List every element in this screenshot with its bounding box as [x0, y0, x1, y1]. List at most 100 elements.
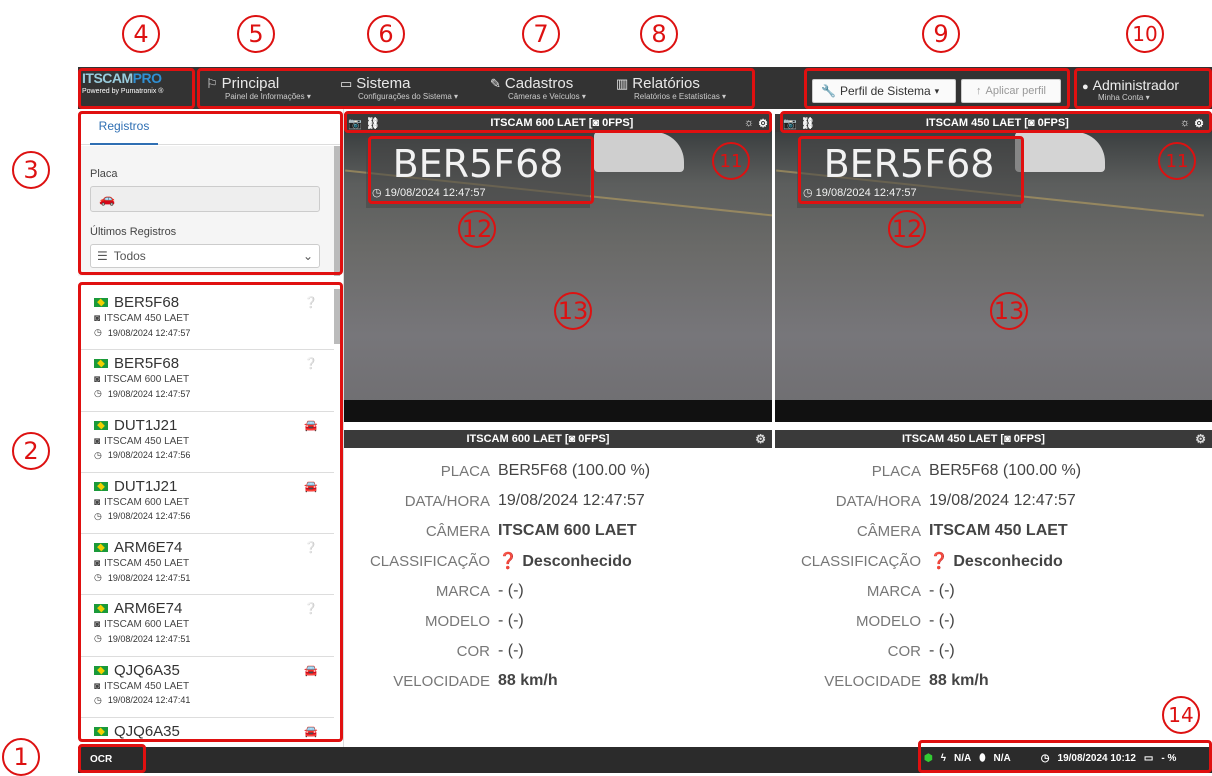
apply-profile-label: Aplicar perfil	[985, 85, 1047, 97]
gears-icon[interactable]: ⚙	[1194, 117, 1204, 130]
ultimos-registros-label: Últimos Registros	[90, 226, 177, 238]
record-camera: ITSCAM 450 LAET	[104, 558, 190, 570]
camera-450-image[interactable]: BER5F68 ◷ 19/08/2024 12:47:57	[775, 132, 1212, 422]
sidebar: Registros Placa 🚗 Últimos Registros ☰ Tod…	[78, 109, 344, 747]
ocr-status[interactable]: OCR	[90, 754, 112, 765]
apply-profile-button[interactable]: ↑ Aplicar perfil	[961, 79, 1061, 103]
info-cor-value: - (-)	[929, 642, 955, 659]
list-icon: ☰	[97, 249, 108, 263]
clock-icon: ◷	[94, 572, 102, 583]
nav-relatorios-label: Relatórios	[632, 75, 700, 92]
list-item[interactable]: BER5F68 ◙ ITSCAM 600 LAET ◷ 19/08/2024 12:47…	[78, 350, 334, 412]
question-circle-icon: ❔	[304, 603, 318, 616]
list-item[interactable]: ARM6E74 ◙ ITSCAM 600 LAET ◷ 19/08/2024 12:47…	[78, 595, 334, 657]
profile-select[interactable]: 🔧 Perfil de Sistema ▾	[812, 79, 956, 103]
car-icon: 🚘	[304, 480, 318, 493]
clock-icon: ◷	[372, 187, 382, 199]
user-menu[interactable]: ● Administrador Minha Conta ▾	[1082, 77, 1179, 102]
callout-1: 1	[2, 738, 40, 776]
callout-13b: 13	[990, 292, 1028, 330]
ultimos-registros-select[interactable]: ☰ Todos ⌄	[90, 244, 320, 268]
callout-3: 3	[12, 151, 50, 189]
info-placa-value: BER5F68 (100.00 %)	[929, 462, 1082, 479]
camera-icon-small: ◙	[1004, 433, 1011, 445]
plate-search-input[interactable]: 🚗	[90, 186, 320, 212]
plate-overlay-text: BER5F68	[392, 142, 564, 186]
record-plate: DUT1J21	[114, 416, 178, 434]
nav-relatorios[interactable]: ▥ Relatórios Relatórios e Estatísticas ▾	[616, 75, 726, 101]
info-label: MARCA	[866, 582, 921, 600]
list-item[interactable]: ARM6E74 ◙ ITSCAM 450 LAET ◷ 19/08/2024 12:47…	[78, 534, 334, 596]
record-time: 19/08/2024 12:47:56	[107, 511, 191, 522]
list-item[interactable]: DUT1J21 ◙ ITSCAM 600 LAET ◷ 19/08/2024 12:47…	[78, 473, 334, 535]
binoculars-icon[interactable]: ⛓	[366, 117, 380, 130]
filter-scrollbar[interactable]	[334, 146, 340, 276]
nav-principal[interactable]: ⚐ Principal Painel de Informações ▾	[206, 75, 311, 101]
list-item[interactable]: QJQ6A35 ◙ ITSCAM 450 LAET ◷ 19/08/2024 12:47…	[78, 657, 334, 719]
callout-4: 4	[122, 15, 160, 53]
profile-select-value: Perfil de Sistema	[839, 84, 931, 98]
record-plate: ARM6E74	[114, 600, 183, 618]
nav-principal-label: Principal	[221, 75, 280, 92]
callout-10: 10	[1126, 15, 1164, 53]
record-time: 19/08/2024 12:47:56	[107, 450, 191, 461]
brazil-flag-icon	[94, 359, 108, 369]
nav-sistema[interactable]: ▭ Sistema Configurações do Sistema ▾	[340, 75, 458, 101]
temperature-icon: ⬮	[979, 753, 986, 764]
list-item[interactable]: DUT1J21 ◙ ITSCAM 450 LAET ◷ 19/08/2024 12:47…	[78, 412, 334, 473]
gears-icon[interactable]: ⚙	[1195, 432, 1206, 446]
info-label: CÂMERA	[425, 522, 490, 540]
camera-icon: ◙	[94, 680, 101, 692]
camera-icon[interactable]: 📷	[348, 117, 362, 130]
network-icon: ⬢	[924, 753, 933, 764]
camera-icon: ◙	[94, 558, 101, 570]
nav-cadastros[interactable]: ✎ Cadastros Câmeras e Veículos ▾	[490, 75, 586, 101]
arrow-up-icon: ↑	[975, 85, 982, 97]
tab-registros[interactable]: Registros	[90, 109, 158, 145]
edit-icon: ✎	[490, 76, 501, 91]
record-camera: ITSCAM 450 LAET	[104, 435, 190, 447]
info-label: PLACA	[440, 462, 490, 480]
record-time: 19/08/2024 12:47:51	[107, 633, 191, 644]
info-label: CLASSIFICAÇÃO	[369, 552, 490, 570]
info-velocidade-value: 88 km/h	[929, 672, 989, 689]
records-scrollbar[interactable]	[334, 289, 340, 344]
callout-11b: 11	[1158, 142, 1196, 180]
gears-icon[interactable]: ⚙	[758, 117, 768, 130]
callout-12: 12	[458, 210, 496, 248]
clock-icon: ◷	[94, 694, 102, 705]
nav-cadastros-sub: Câmeras e Veículos ▾	[508, 92, 586, 101]
clock-icon: ◷	[94, 510, 102, 521]
camera-600-image[interactable]: BER5F68 ◷ 19/08/2024 12:47:57	[344, 132, 772, 422]
clock-icon: ◷	[803, 187, 813, 199]
record-time: 19/08/2024 12:47:51	[107, 572, 191, 583]
question-circle-icon: ❔	[304, 358, 318, 371]
status-indicators: ⬢ ϟ N/A ⬮ N/A ◷ 19/08/2024 10:12 ▭ - %	[924, 753, 1176, 764]
record-plate: QJQ6A35	[114, 661, 180, 679]
record-camera: ITSCAM 600 LAET	[104, 496, 190, 508]
list-item[interactable]: QJQ6A35 🚘	[78, 718, 334, 749]
record-time: 19/08/2024 12:47:57	[107, 327, 191, 338]
info-450-header: ITSCAM 450 LAET [◙ 0FPS] ⚙	[775, 430, 1212, 448]
camera-icon[interactable]: 📷	[783, 117, 797, 130]
itscam-pro-logo[interactable]: ITSCAMPRO Powered by Pumatronix ®	[82, 70, 192, 106]
brightness-icon[interactable]: ☼	[744, 117, 754, 129]
nav-sistema-sub: Configurações do Sistema ▾	[358, 92, 459, 101]
wrench-icon: 🔧	[821, 84, 836, 98]
info-label: MODELO	[855, 612, 921, 630]
info-450-fps: 0FPS]	[1013, 433, 1045, 445]
list-item[interactable]: BER5F68 ◙ ITSCAM 450 LAET ◷ 19/08/2024 12:47…	[78, 289, 334, 351]
disk-icon: ▭	[1143, 753, 1154, 764]
info-label: MARCA	[435, 582, 490, 600]
placa-label: Placa	[90, 168, 118, 180]
clock-icon: ◷	[1040, 753, 1050, 764]
brazil-flag-icon	[94, 420, 108, 430]
callout-8: 8	[640, 15, 678, 53]
brazil-flag-icon	[94, 604, 108, 614]
info-placa-value: BER5F68 (100.00 %)	[498, 462, 651, 479]
info-label: DATA/HORA	[404, 492, 490, 510]
brightness-icon[interactable]: ☼	[1180, 117, 1190, 129]
info-velocidade-value: 88 km/h	[498, 672, 558, 689]
info-datahora-value: 19/08/2024 12:47:57	[498, 492, 645, 509]
binoculars-icon[interactable]: ⛓	[801, 117, 815, 130]
